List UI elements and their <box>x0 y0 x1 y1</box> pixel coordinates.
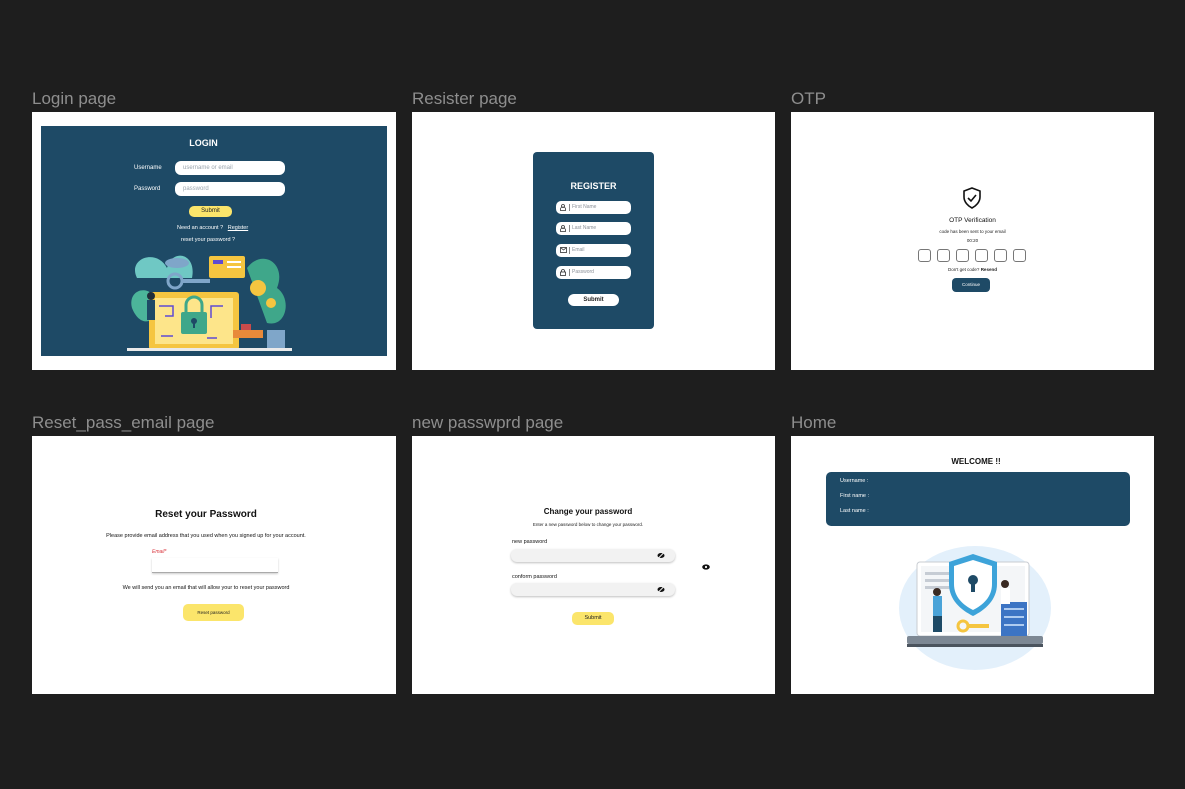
register-submit-button[interactable]: Submit <box>568 294 619 306</box>
email-placeholder: Email <box>572 247 585 253</box>
register-link[interactable]: Register <box>228 225 248 231</box>
register-title: REGISTER <box>570 181 617 191</box>
reset-frame[interactable]: Reset your Password Please provide email… <box>32 436 396 694</box>
otp-digit-5[interactable] <box>994 249 1007 262</box>
frame-label-home: Home <box>791 413 837 432</box>
password-input[interactable]: password <box>175 182 285 196</box>
otp-timer: 00:20 <box>966 238 979 243</box>
otp-digit-6[interactable] <box>1013 249 1026 262</box>
separator <box>569 269 570 276</box>
confirm-password-label: conform password <box>512 574 557 580</box>
otp-continue-button[interactable]: Continue <box>952 278 990 292</box>
last-name-placeholder: Last Name <box>572 225 597 231</box>
eye-off-icon[interactable] <box>657 586 665 593</box>
home-frame[interactable]: WELCOME !! Username : First name : Last … <box>791 436 1154 694</box>
register-frame[interactable]: REGISTER First Name Last Name Email Pass… <box>412 112 775 370</box>
welcome-title: WELCOME !! <box>951 457 1001 466</box>
otp-resend-row: Don't get code? Resend <box>791 267 1154 272</box>
username-label: Username <box>134 165 162 171</box>
last-name-input[interactable]: Last Name <box>556 222 631 235</box>
reset-note: We will send you an email that will allo… <box>122 585 290 591</box>
reset-instruction: Please provide email address that you us… <box>106 533 306 539</box>
otp-title: OTP Verification <box>949 217 996 224</box>
resend-link[interactable]: Resend <box>981 267 997 272</box>
first-name-input[interactable]: First Name <box>556 201 631 214</box>
password-placeholder: Password <box>572 269 594 275</box>
new-password-submit-button[interactable]: Submit <box>572 612 614 625</box>
frame-label-login: Login page <box>32 89 117 108</box>
reset-password-link[interactable]: reset your password ? <box>181 237 235 243</box>
reset-title: Reset your Password <box>155 509 257 520</box>
separator <box>569 225 570 232</box>
email-input[interactable]: Email <box>556 244 631 257</box>
home-last-name: Last name : <box>840 508 869 514</box>
mail-icon <box>560 247 567 253</box>
user-icon <box>560 204 566 211</box>
otp-digit-2[interactable] <box>937 249 950 262</box>
change-password-title: Change your password <box>543 507 633 516</box>
otp-digit-4[interactable] <box>975 249 988 262</box>
otp-subtitle: code has been sent to your email <box>939 229 1006 234</box>
password-label: Password <box>134 186 161 192</box>
lock-icon <box>560 269 566 276</box>
frame-label-reset: Reset_pass_email page <box>32 413 215 432</box>
password-input[interactable]: Password <box>556 266 631 279</box>
user-info-panel: Username : First name : Last name : <box>826 472 1130 526</box>
login-panel: LOGIN Username username or email Passwor… <box>41 126 387 356</box>
separator <box>569 204 570 211</box>
confirm-password-input[interactable] <box>511 583 675 596</box>
reset-email-label: Email* <box>152 549 167 555</box>
security-illustration <box>127 255 292 351</box>
new-password-frame[interactable]: Change your password Enter a new passwor… <box>412 436 775 694</box>
register-card: REGISTER First Name Last Name Email Pass… <box>533 152 654 329</box>
username-input[interactable]: username or email <box>175 161 285 175</box>
need-account-label: Need an account ? <box>177 225 224 231</box>
eye-off-icon[interactable] <box>657 552 665 559</box>
first-name-placeholder: First Name <box>572 204 597 210</box>
change-password-subtitle: Enter a new password below to change you… <box>532 522 644 527</box>
login-title: LOGIN <box>189 138 218 148</box>
need-account-text: Need an account ? Register <box>177 225 248 231</box>
security-laptop-illustration <box>899 546 1051 670</box>
home-username: Username : <box>840 478 869 484</box>
login-submit-button[interactable]: Submit <box>189 206 232 217</box>
otp-digit-1[interactable] <box>918 249 931 262</box>
login-frame[interactable]: LOGIN Username username or email Passwor… <box>32 112 396 370</box>
otp-digit-3[interactable] <box>956 249 969 262</box>
eye-icon[interactable] <box>702 564 710 570</box>
shield-check-icon <box>963 187 981 209</box>
frame-label-otp: OTP <box>791 89 826 108</box>
reset-password-button[interactable]: Reset password <box>183 604 244 621</box>
no-code-text: Don't get code? <box>948 267 980 272</box>
frame-label-newpass: new passwprd page <box>412 413 564 432</box>
user-icon <box>560 225 566 232</box>
reset-email-input[interactable] <box>152 558 278 573</box>
new-password-label: new password <box>512 539 548 545</box>
new-password-input[interactable] <box>511 549 675 562</box>
separator <box>569 247 570 254</box>
home-first-name: First name : <box>840 493 870 499</box>
frame-label-register: Resister page <box>412 89 517 108</box>
